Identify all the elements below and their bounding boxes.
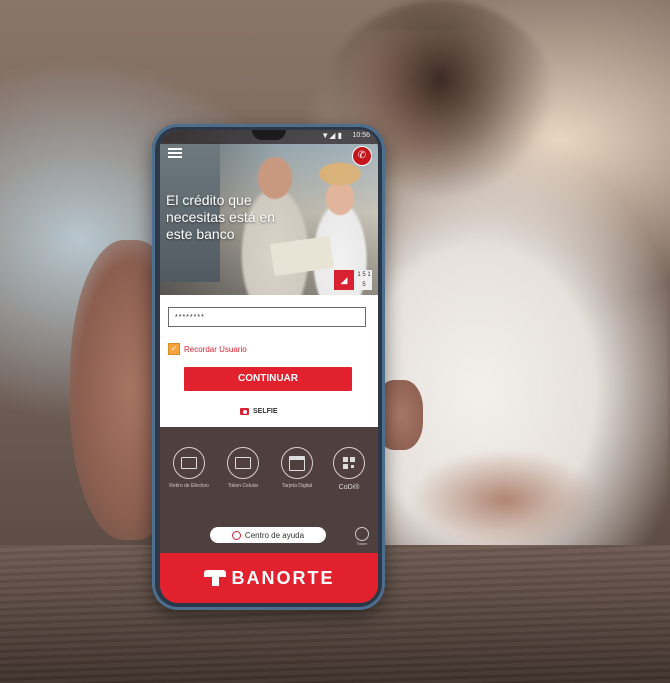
menu-icon[interactable] — [168, 148, 182, 158]
right-hand — [410, 450, 600, 550]
signal-icons: ▼◢ ▮ — [321, 131, 342, 140]
token-corner[interactable]: Token — [350, 521, 374, 549]
hero-headline: El crédito que necesitas está en este ba… — [166, 192, 275, 242]
help-label: Centro de ayuda — [244, 530, 305, 540]
quick-action-codi[interactable]: CoDi® — [326, 447, 372, 491]
phone-screen: ✆ El crédito que necesitas está en este … — [160, 130, 378, 603]
selfie-label: SELFIE — [253, 408, 278, 415]
signal-badge-icon: ◢ — [334, 270, 354, 290]
photo-scene: ✆ El crédito que necesitas está en este … — [0, 0, 670, 683]
date-badge: 1 5 1 5 — [356, 270, 372, 290]
remember-label: Recordar Usuario — [184, 344, 247, 354]
quick-action-label: Retiro de Efectivo — [169, 483, 209, 489]
quick-action-label: Token Celular — [227, 483, 259, 489]
selfie-button[interactable]: SELFIE — [240, 408, 278, 415]
remember-checkbox[interactable]: ✓ — [168, 343, 180, 355]
brand-bar: BANORTE — [160, 553, 378, 603]
qr-code-icon — [333, 447, 365, 479]
login-panel: ******** ✓ Recordar Usuario CONTINUAR SE… — [160, 295, 378, 427]
profile-icon[interactable]: ✆ — [352, 146, 372, 166]
remember-user-toggle[interactable]: ✓ Recordar Usuario — [168, 343, 247, 355]
card-icon — [281, 447, 313, 479]
hero-banner: ✆ El crédito que necesitas está en este … — [160, 130, 378, 295]
hero-badge: ◢ 1 5 1 5 — [334, 270, 374, 292]
quick-action-label: Tarjeta Digital — [281, 483, 313, 489]
status-bar: ▼◢ ▮ 10:56 — [160, 130, 378, 144]
continue-button[interactable]: CONTINUAR — [184, 367, 352, 391]
username-input[interactable]: ******** — [168, 307, 366, 327]
quick-actions-panel: Retiro de Efectivo Token Celular Tarjeta… — [160, 427, 378, 553]
quick-action-card[interactable]: Tarjeta Digital — [274, 447, 320, 489]
cash-withdraw-icon — [173, 447, 205, 479]
brand-name: BANORTE — [231, 567, 335, 588]
quick-action-token[interactable]: Token Celular — [220, 447, 266, 489]
camera-icon — [240, 408, 249, 415]
token-icon — [227, 447, 259, 479]
token-corner-icon — [355, 527, 369, 541]
quick-action-cash[interactable]: Retiro de Efectivo — [166, 447, 212, 489]
phone-icon — [231, 530, 241, 540]
quick-action-label: CoDi® — [338, 484, 360, 491]
token-corner-label: Token — [356, 541, 368, 546]
status-time: 10:56 — [352, 132, 370, 139]
help-center-button[interactable]: Centro de ayuda — [210, 527, 326, 543]
camera-notch — [252, 130, 286, 140]
banorte-logo-icon — [203, 570, 226, 586]
